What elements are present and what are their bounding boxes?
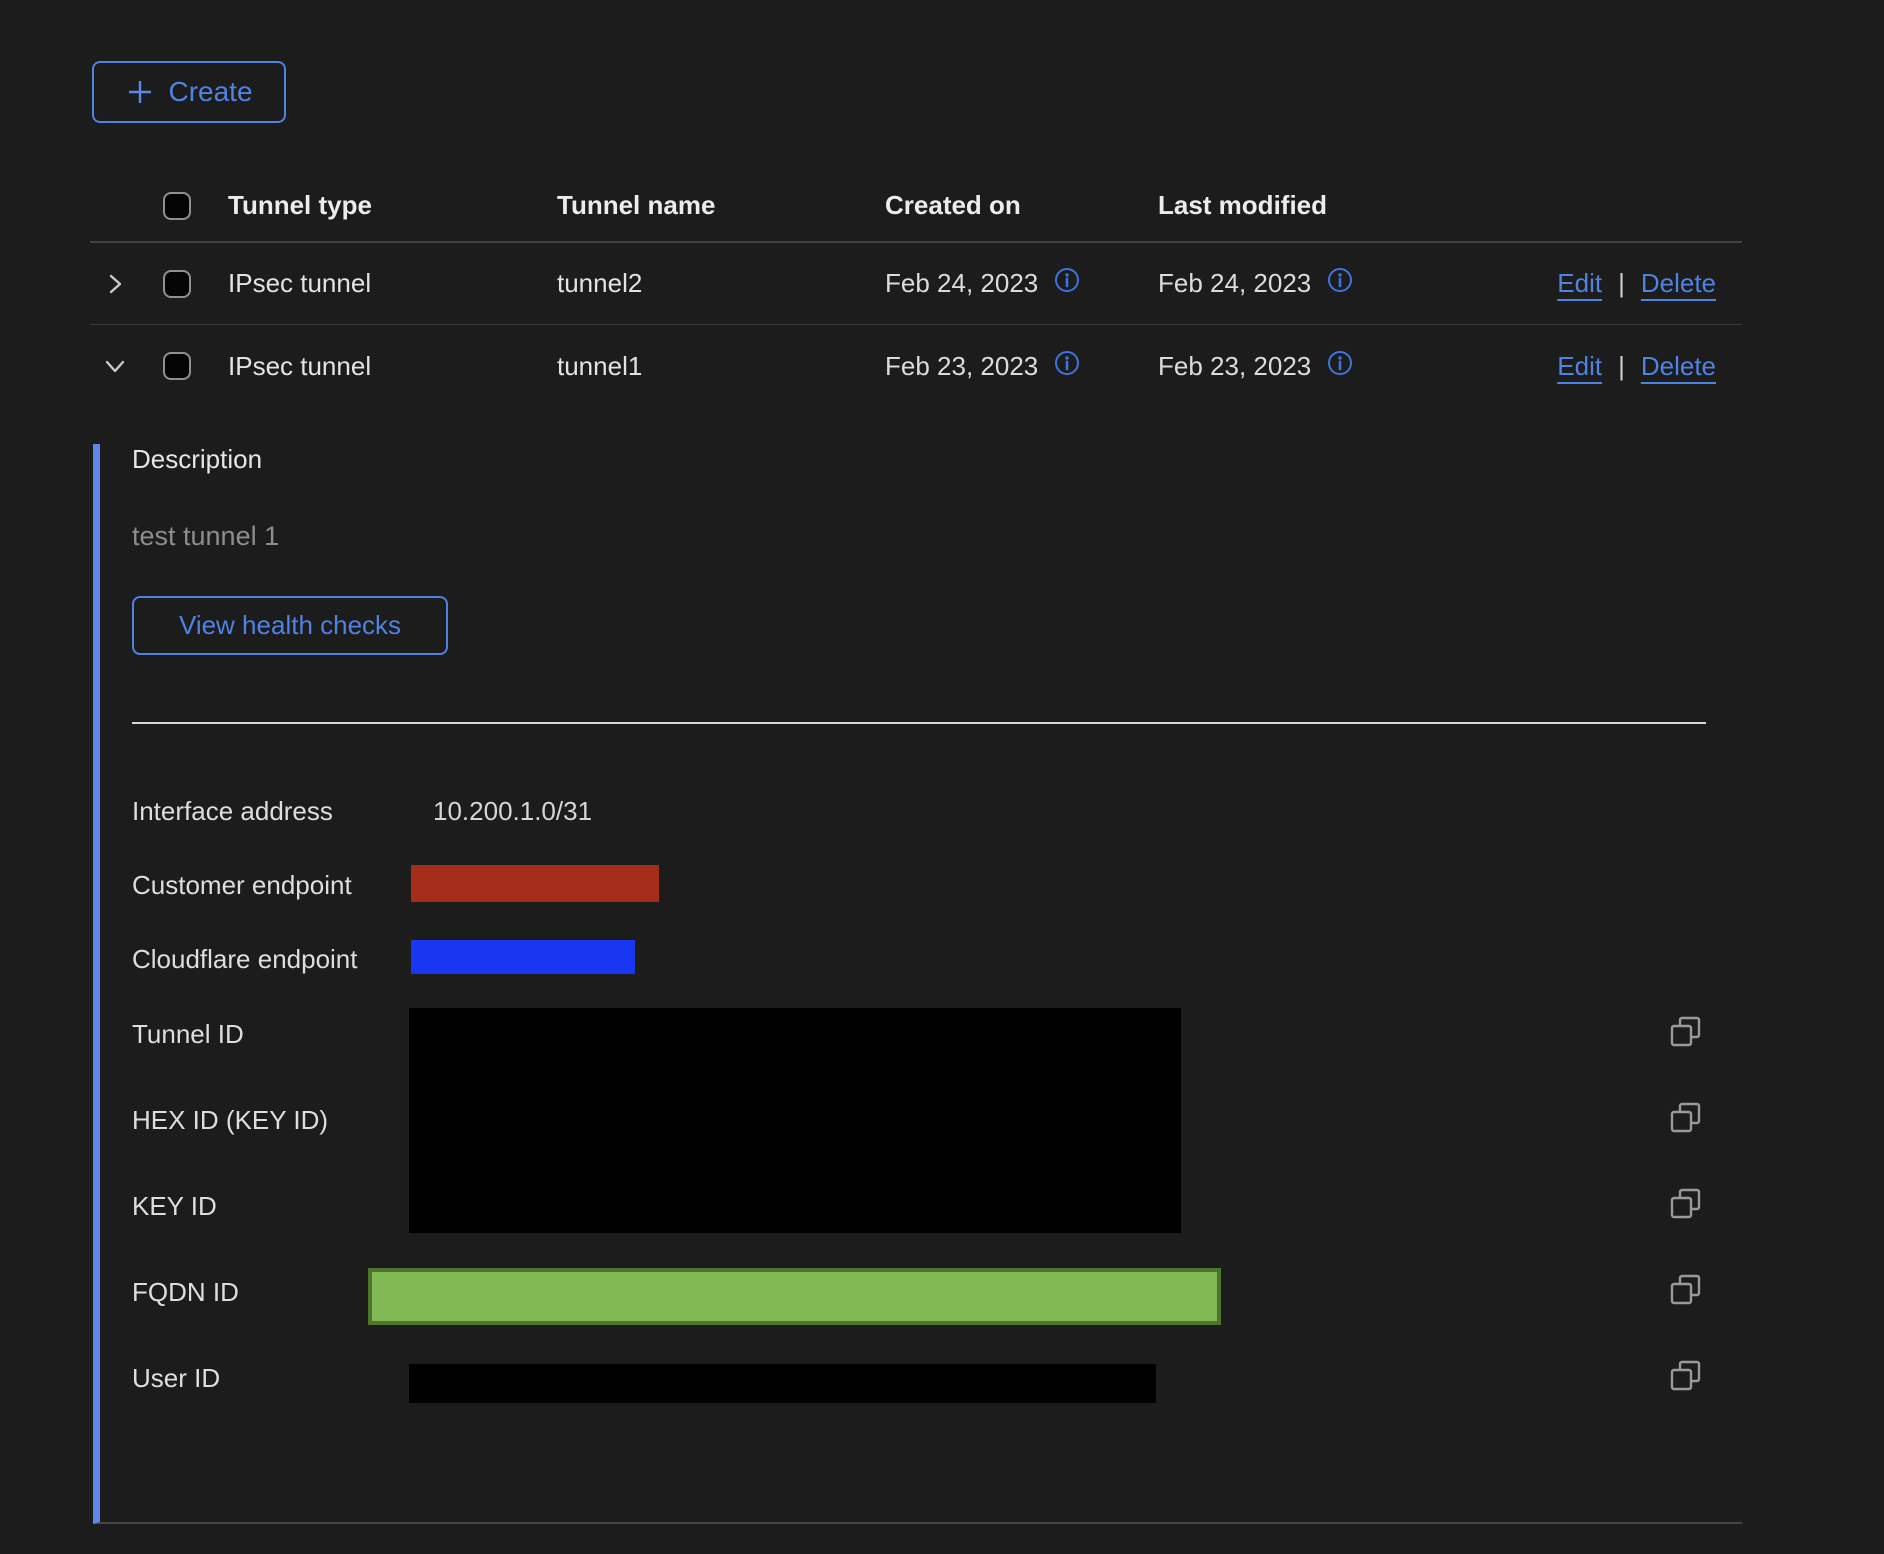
- user-id-label: User ID: [132, 1363, 220, 1394]
- select-all-checkbox[interactable]: [163, 192, 191, 220]
- tunnel-name-cell: tunnel1: [557, 351, 885, 382]
- copy-fqdn-id-button[interactable]: [1668, 1272, 1704, 1308]
- created-on-cell: Feb 24, 2023: [885, 268, 1038, 299]
- key-id-label: KEY ID: [132, 1191, 217, 1222]
- copy-icon: [1668, 1100, 1704, 1136]
- actions-separator: |: [1618, 351, 1625, 382]
- customer-endpoint-label: Customer endpoint: [132, 870, 352, 901]
- table-header: Tunnel type Tunnel name Created on Last …: [90, 170, 1742, 243]
- info-icon[interactable]: [1054, 350, 1080, 383]
- view-health-checks-button[interactable]: View health checks: [132, 596, 448, 655]
- actions-separator: |: [1618, 268, 1625, 299]
- tunnels-table: Tunnel type Tunnel name Created on Last …: [90, 170, 1742, 1524]
- col-last-modified: Last modified: [1158, 190, 1540, 221]
- hex-id-label: HEX ID (KEY ID): [132, 1105, 328, 1136]
- customer-endpoint-redacted-value: [411, 865, 659, 902]
- plus-icon: [125, 77, 155, 107]
- table-row: IPsec tunnel tunnel2 Feb 24, 2023 Feb 24…: [90, 243, 1742, 325]
- copy-icon: [1668, 1272, 1704, 1308]
- description-label: Description: [132, 444, 1742, 475]
- delete-link[interactable]: Delete: [1641, 351, 1716, 382]
- row-checkbox[interactable]: [163, 352, 191, 380]
- col-created-on: Created on: [885, 190, 1158, 221]
- tunnel-id-label: Tunnel ID: [132, 1019, 244, 1050]
- copy-icon: [1668, 1014, 1704, 1050]
- delete-link[interactable]: Delete: [1641, 268, 1716, 299]
- create-button[interactable]: Create: [92, 61, 286, 123]
- copy-icon: [1668, 1186, 1704, 1222]
- info-icon[interactable]: [1327, 350, 1353, 383]
- interface-address-value: 10.200.1.0/31: [433, 796, 592, 827]
- interface-address-label: Interface address: [132, 796, 333, 827]
- chevron-down-icon[interactable]: [102, 353, 128, 379]
- copy-icon: [1668, 1358, 1704, 1394]
- tunnel-details: Interface address 10.200.1.0/31 Customer…: [132, 724, 1745, 1481]
- created-on-cell: Feb 23, 2023: [885, 351, 1038, 382]
- info-icon[interactable]: [1327, 267, 1353, 300]
- cloudflare-endpoint-redacted-value: [411, 940, 635, 974]
- edit-link[interactable]: Edit: [1557, 268, 1602, 299]
- expanded-row-panel: Description test tunnel 1 View health ch…: [93, 444, 1742, 1524]
- row-checkbox[interactable]: [163, 270, 191, 298]
- description-value: test tunnel 1: [132, 521, 1742, 552]
- tunnel-type-cell: IPsec tunnel: [228, 268, 557, 299]
- copy-user-id-button[interactable]: [1668, 1358, 1704, 1394]
- edit-link[interactable]: Edit: [1557, 351, 1602, 382]
- last-modified-cell: Feb 23, 2023: [1158, 351, 1311, 382]
- create-button-label: Create: [168, 76, 252, 108]
- copy-key-id-button[interactable]: [1668, 1186, 1704, 1222]
- fqdn-id-redacted-value: [368, 1268, 1221, 1325]
- tunnel-name-cell: tunnel2: [557, 268, 885, 299]
- last-modified-cell: Feb 24, 2023: [1158, 268, 1311, 299]
- copy-hex-id-button[interactable]: [1668, 1100, 1704, 1136]
- tunnels-page: Create Tunnel type Tunnel name Created o…: [0, 0, 1884, 1554]
- user-id-redacted-value: [409, 1364, 1156, 1403]
- expand-row-control[interactable]: [90, 271, 163, 297]
- cloudflare-endpoint-label: Cloudflare endpoint: [132, 944, 358, 975]
- table-row: IPsec tunnel tunnel1 Feb 23, 2023 Feb 23…: [90, 325, 1742, 407]
- collapse-row-control[interactable]: [90, 353, 163, 379]
- col-tunnel-type: Tunnel type: [228, 190, 557, 221]
- tunnel-type-cell: IPsec tunnel: [228, 351, 557, 382]
- col-tunnel-name: Tunnel name: [557, 190, 885, 221]
- fqdn-id-label: FQDN ID: [132, 1277, 239, 1308]
- copy-tunnel-id-button[interactable]: [1668, 1014, 1704, 1050]
- chevron-right-icon[interactable]: [102, 271, 128, 297]
- ids-redacted-value: [409, 1008, 1181, 1233]
- info-icon[interactable]: [1054, 267, 1080, 300]
